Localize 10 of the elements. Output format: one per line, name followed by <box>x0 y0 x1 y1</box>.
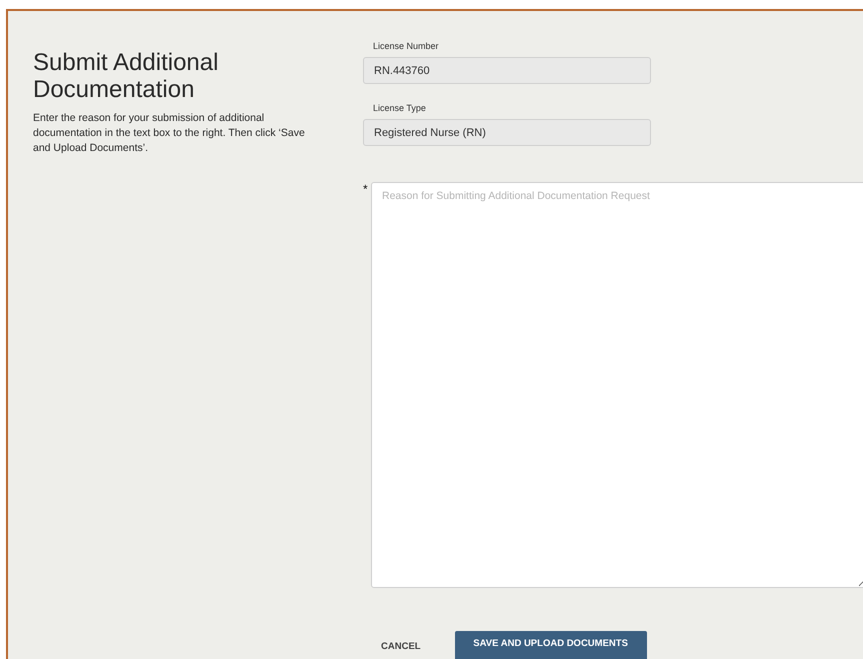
required-mark: * <box>363 182 368 198</box>
field-label: License Number <box>373 41 439 51</box>
cancel-button[interactable]: CANCEL <box>381 641 421 659</box>
readonly-field: RN.443760 <box>363 57 651 84</box>
page-heading: Submit Additional Documentation <box>33 49 220 103</box>
save-upload-button[interactable]: SAVE AND UPLOAD DOCUMENTS <box>454 631 647 659</box>
readonly-field: Registered Nurse (RN) <box>363 119 651 146</box>
reason-text-area[interactable]: Reason for Submitting Additional Documentation Request <box>371 182 863 588</box>
field-label: License Type <box>373 103 426 113</box>
instructions-text: Enter the reason for your submission of additional documentation in the text box to the right. Then click ‘Save and Upload Documents’. <box>33 111 306 156</box>
